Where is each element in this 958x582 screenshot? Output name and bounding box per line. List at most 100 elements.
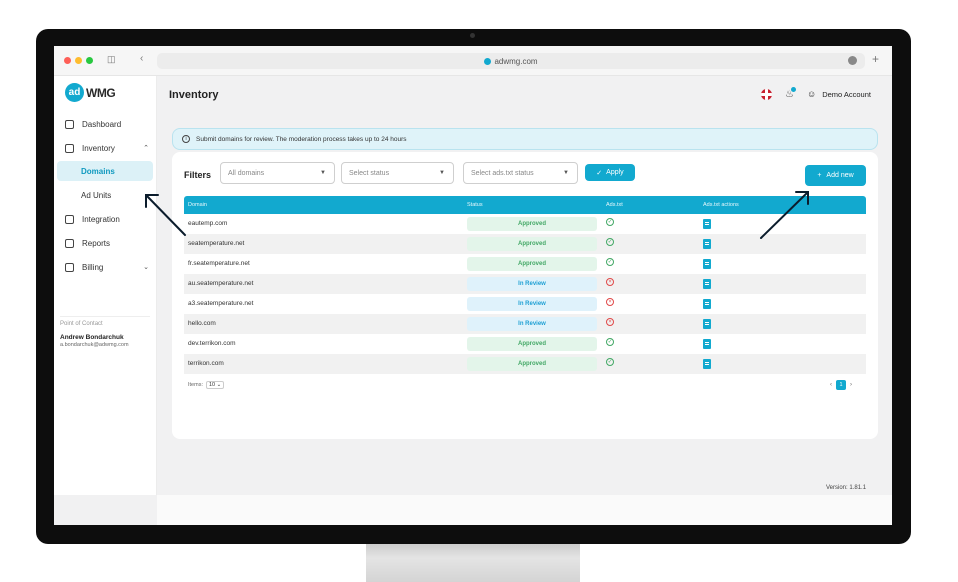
contact-email[interactable]: a.bondarchuk@adwmg.com [60, 342, 129, 348]
status-badge: Approved [467, 237, 597, 251]
items-value: 10 [208, 382, 216, 388]
home-icon [65, 119, 74, 129]
language-flag-icon[interactable] [761, 89, 772, 100]
prev-page-icon[interactable]: ‹ [830, 382, 832, 388]
sidebar-divider [60, 316, 150, 317]
domain-cell: hello.com [188, 320, 216, 327]
sidebar-toggle-icon[interactable]: ◫ [107, 54, 116, 65]
pagination: ‹ 1 › [830, 380, 852, 390]
check-circle-icon: ✓ [606, 358, 614, 366]
check-circle-icon: ✓ [606, 238, 614, 246]
adstxt-file-icon[interactable] [703, 319, 711, 329]
status-badge: Approved [467, 357, 597, 371]
logo[interactable]: ad WMG [65, 83, 116, 102]
table-row[interactable]: seatemperature.net Approved ✓ [184, 234, 866, 254]
sidebar-item-label: Dashboard [82, 119, 122, 129]
column-header-adstxt-actions: Ads.txt actions [703, 202, 739, 208]
account-name: Demo Account [822, 89, 871, 99]
banner-text: Submit domains for review. The moderatio… [196, 135, 407, 143]
sidebar-item-inventory[interactable]: Inventory ⌃ [54, 137, 157, 159]
check-icon: ✓ [596, 169, 603, 177]
sidebar-item-integration[interactable]: Integration [54, 208, 157, 230]
status-filter-select[interactable]: Select status ▼ [341, 162, 454, 184]
adstxt-filter-select[interactable]: Select ads.txt status ▼ [463, 162, 578, 184]
chevron-down-icon: ⌄ [143, 264, 149, 271]
status-filter-value: Select status [349, 169, 390, 177]
column-header-status[interactable]: Status [467, 202, 483, 208]
sidebar-item-reports[interactable]: Reports [54, 232, 157, 254]
next-page-icon[interactable]: › [850, 382, 852, 388]
status-badge: In Review [467, 317, 597, 331]
add-new-label: Add new [826, 172, 854, 179]
url-bar[interactable]: adwmg.com [157, 53, 865, 69]
page-title: Inventory [169, 89, 219, 101]
info-banner: i Submit domains for review. The moderat… [172, 128, 878, 150]
adstxt-file-icon[interactable] [703, 299, 711, 309]
column-header-domain[interactable]: Domain [188, 202, 207, 208]
plus-icon: + [817, 172, 822, 179]
column-header-adstxt[interactable]: Ads.txt [606, 202, 623, 208]
sidebar-item-domains[interactable]: Domains [57, 161, 153, 181]
inventory-icon [65, 143, 74, 153]
items-per-page-select[interactable]: 10 ⌄ [205, 381, 225, 389]
adstxt-file-icon[interactable] [703, 259, 711, 269]
logo-wordmark: WMG [86, 85, 116, 100]
adstxt-file-icon[interactable] [703, 239, 711, 249]
new-tab-icon[interactable]: + [872, 52, 879, 66]
page-button-current[interactable]: 1 [836, 380, 846, 390]
table-row[interactable]: a3.seatemperature.net In Review × [184, 294, 866, 314]
minimize-window-button[interactable] [75, 57, 82, 64]
sidebar-item-billing[interactable]: Billing ⌄ [54, 256, 157, 278]
notification-badge [791, 87, 796, 92]
maximize-window-button[interactable] [86, 57, 93, 64]
domain-cell: fr.seatemperature.net [188, 260, 250, 267]
url-text: adwmg.com [494, 56, 538, 66]
back-icon[interactable]: ‹ [140, 53, 143, 64]
adstxt-file-icon[interactable] [703, 359, 711, 369]
status-badge: Approved [467, 217, 597, 231]
account-menu[interactable]: ☺ Demo Account [807, 89, 871, 99]
apply-button[interactable]: ✓ Apply [585, 164, 635, 181]
table-row[interactable]: fr.seatemperature.net Approved ✓ [184, 254, 866, 274]
table-row[interactable]: hello.com In Review × [184, 314, 866, 334]
adstxt-file-icon[interactable] [703, 279, 711, 289]
integration-icon [65, 214, 74, 224]
apply-label: Apply [606, 169, 624, 176]
billing-icon [65, 262, 74, 272]
chevron-down-icon: ▼ [320, 170, 326, 176]
sidebar-item-dashboard[interactable]: Dashboard [54, 113, 157, 135]
domain-cell: au.seatemperature.net [188, 280, 254, 287]
adstxt-file-icon[interactable] [703, 219, 711, 229]
status-badge: In Review [467, 297, 597, 311]
adstxt-file-icon[interactable] [703, 339, 711, 349]
status-badge: Approved [467, 257, 597, 271]
table-row[interactable]: terrikon.com Approved ✓ [184, 354, 866, 374]
table-row[interactable]: dev.terrikon.com Approved ✓ [184, 334, 866, 354]
sidebar-item-label: Domains [81, 166, 115, 176]
table-row[interactable]: eautemp.com Approved ✓ [184, 214, 866, 234]
sidebar-item-ad-units[interactable]: Ad Units [57, 185, 153, 205]
extension-icon[interactable] [848, 56, 857, 65]
domains-filter-select[interactable]: All domains ▼ [220, 162, 335, 184]
version-label: Version: 1.81.1 [826, 485, 867, 491]
error-circle-icon: × [606, 318, 614, 326]
domain-cell: dev.terrikon.com [188, 340, 236, 347]
sidebar-item-label: Integration [82, 214, 120, 224]
monitor-stand [366, 542, 580, 582]
stage: ◫ ‹ adwmg.com + ad WMG Dashboard Invento… [0, 0, 958, 582]
camera-dot [470, 33, 475, 38]
contact-heading: Point of Contact [60, 321, 103, 327]
browser-chrome: ◫ ‹ adwmg.com + [54, 46, 892, 76]
add-new-button[interactable]: + Add new [805, 165, 866, 186]
chevron-up-icon: ⌃ [143, 145, 149, 152]
sidebar-item-label: Inventory [82, 143, 115, 153]
screen: ◫ ‹ adwmg.com + ad WMG Dashboard Invento… [54, 46, 892, 525]
items-per-page: Items: 10 ⌄ [188, 381, 225, 389]
table-row[interactable]: au.seatemperature.net In Review × [184, 274, 866, 294]
items-label: Items: [188, 382, 203, 388]
error-circle-icon: × [606, 298, 614, 306]
close-window-button[interactable] [64, 57, 71, 64]
sidebar-item-label: Reports [82, 238, 111, 248]
sidebar-item-label: Billing [82, 262, 104, 272]
sidebar: ad WMG Dashboard Inventory ⌃ Domains Ad … [54, 76, 157, 495]
